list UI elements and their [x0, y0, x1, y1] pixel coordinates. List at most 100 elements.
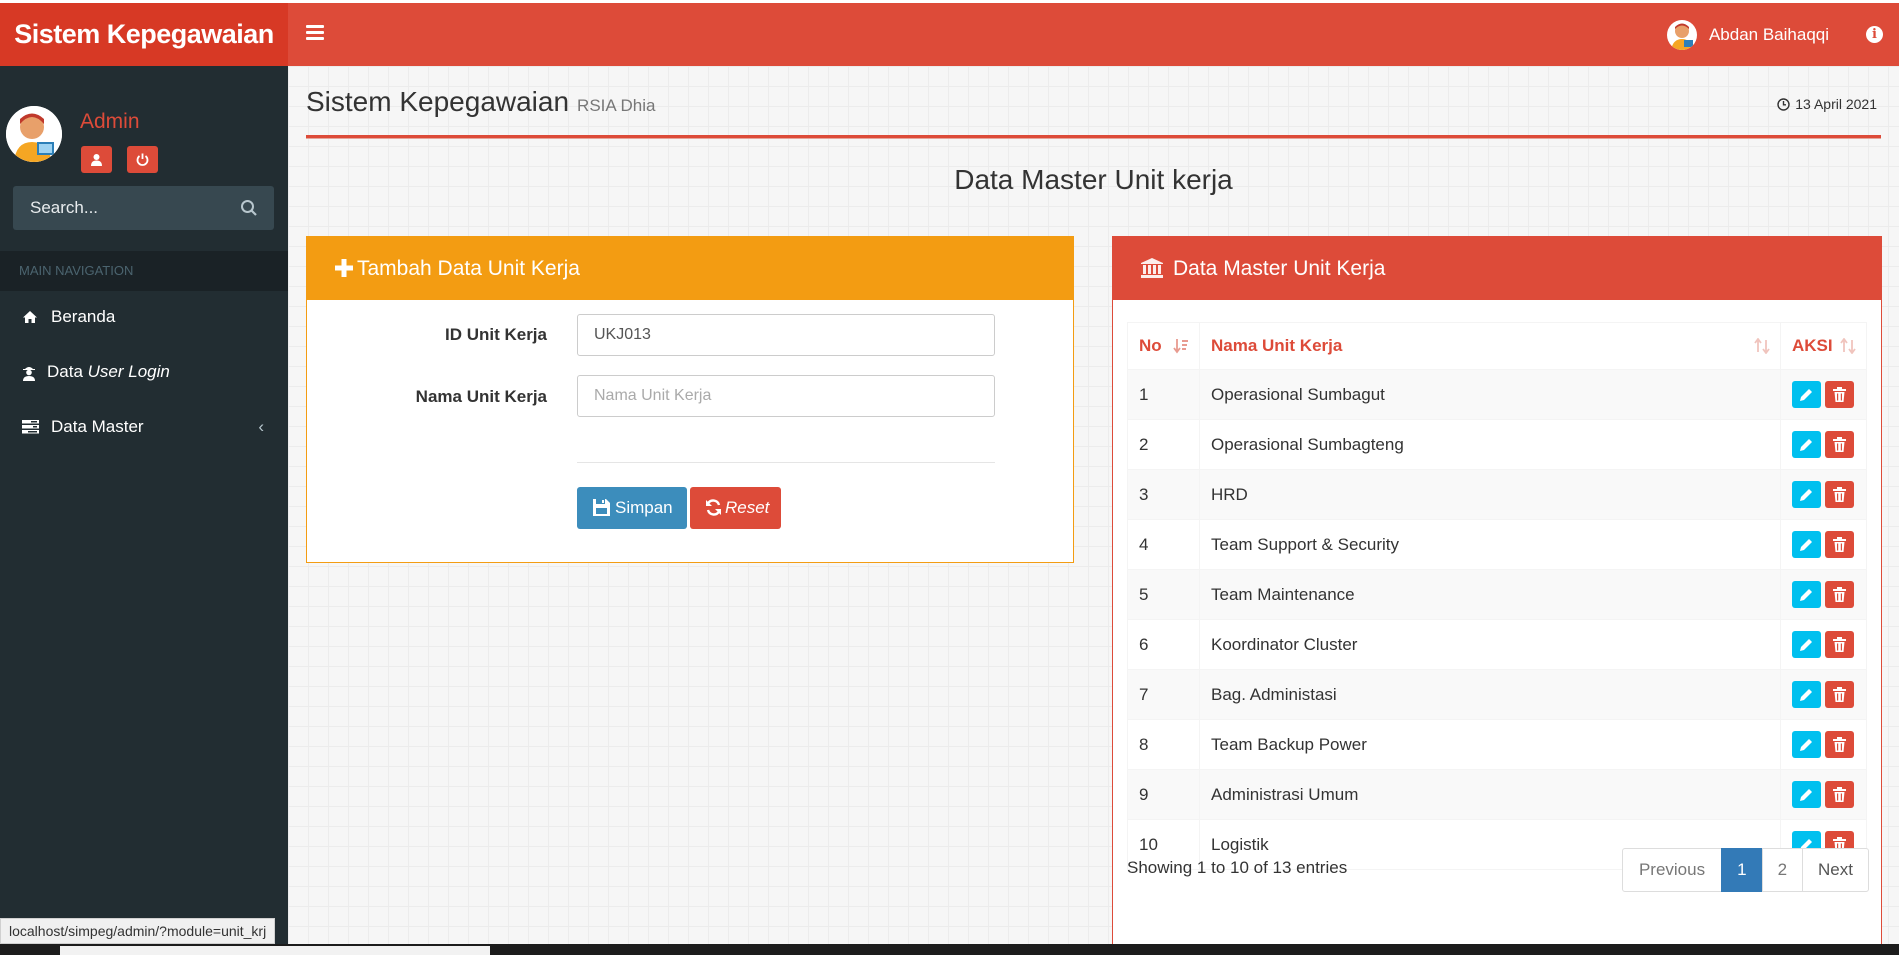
table-row: 5 Team Maintenance: [1127, 569, 1867, 620]
delete-button[interactable]: [1825, 481, 1854, 508]
id-unit-field[interactable]: [577, 314, 995, 356]
logout-button[interactable]: [127, 146, 158, 173]
column-header-aksi[interactable]: AKSI: [1780, 322, 1867, 370]
pencil-icon: [1800, 539, 1812, 551]
trash-icon: [1833, 637, 1846, 652]
delete-button[interactable]: [1825, 381, 1854, 408]
search-input[interactable]: [13, 186, 233, 230]
page-button-1[interactable]: 1: [1721, 848, 1763, 892]
cell-nama: Team Maintenance: [1199, 569, 1781, 620]
reset-button[interactable]: Reset: [690, 487, 781, 529]
delete-button[interactable]: [1825, 581, 1854, 608]
edit-button[interactable]: [1792, 681, 1821, 708]
edit-button[interactable]: [1792, 781, 1821, 808]
column-header-label: AKSI: [1792, 336, 1833, 355]
trash-icon: [1833, 437, 1846, 452]
page-date: 13 April 2021: [1777, 96, 1877, 112]
app-logo[interactable]: Sistem Kepegawaian: [0, 3, 288, 66]
sidebar-item-data-user-login[interactable]: Data User Login: [0, 351, 288, 393]
save-button-label: Simpan: [615, 498, 673, 517]
clock-icon: [1777, 97, 1790, 111]
sidebar-item-label: Data Master: [51, 417, 144, 436]
trash-icon: [1833, 537, 1846, 552]
edit-button[interactable]: [1792, 581, 1821, 608]
next-page-button[interactable]: Next: [1802, 848, 1869, 892]
edit-button[interactable]: [1792, 431, 1821, 458]
cell-no: 2: [1127, 419, 1200, 470]
delete-button[interactable]: [1825, 681, 1854, 708]
sidebar-toggle-icon[interactable]: [306, 25, 324, 41]
os-taskbar: [0, 944, 1899, 955]
cell-nama: Operasional Sumbagut: [1199, 369, 1781, 420]
column-header-nama[interactable]: Nama Unit Kerja: [1199, 322, 1781, 370]
cell-aksi: [1780, 769, 1867, 820]
pagination: Previous 1 2 Next: [1621, 848, 1869, 892]
sidebar-user-panel: Admin: [0, 66, 288, 176]
pencil-icon: [1800, 439, 1812, 451]
edit-button[interactable]: [1792, 481, 1821, 508]
cell-no: 5: [1127, 569, 1200, 620]
sidebar-item-data-master[interactable]: Data Master ‹: [0, 406, 288, 448]
navbar-avatar: [1666, 20, 1697, 50]
delete-button[interactable]: [1825, 531, 1854, 558]
pencil-icon: [1800, 489, 1812, 501]
cell-no: 4: [1127, 519, 1200, 570]
section-title: Data Master Unit kerja: [954, 164, 1233, 195]
table-box-header: Data Master Unit Kerja: [1113, 237, 1881, 300]
cell-aksi: [1780, 669, 1867, 720]
sort-icon: [1840, 338, 1856, 354]
reset-button-label: Reset: [725, 498, 770, 517]
delete-button[interactable]: [1825, 731, 1854, 758]
navbar-user-menu[interactable]: Abdan Baihaqqi: [1666, 19, 1829, 51]
page-title: Sistem Kepegawaian RSIA Dhia: [306, 86, 655, 118]
previous-page-button[interactable]: Previous: [1621, 848, 1723, 892]
column-header-no[interactable]: No: [1127, 322, 1200, 370]
cell-nama: Team Support & Security: [1199, 519, 1781, 570]
delete-button[interactable]: [1825, 631, 1854, 658]
trash-icon: [1833, 487, 1846, 502]
save-button[interactable]: Simpan: [577, 487, 687, 529]
delete-button[interactable]: [1825, 781, 1854, 808]
id-unit-label: ID Unit Kerja: [444, 325, 547, 344]
edit-button[interactable]: [1792, 531, 1821, 558]
trash-icon: [1833, 787, 1846, 802]
cell-aksi: [1780, 519, 1867, 570]
unit-table-body: 1 Operasional Sumbagut 2 Operasional Sumbag…: [1127, 369, 1867, 870]
search-icon[interactable]: [240, 199, 258, 217]
sidebar: Admin MAIN NAVIGATION Beranda Data User …: [0, 66, 288, 955]
table-box-title: Data Master Unit Kerja: [1173, 257, 1386, 280]
cell-aksi: [1780, 419, 1867, 470]
page-subtitle: RSIA Dhia: [577, 96, 656, 115]
page-button-2[interactable]: 2: [1761, 848, 1804, 892]
sidebar-avatar: [6, 106, 62, 162]
page-title-text: Sistem Kepegawaian: [306, 86, 570, 117]
sort-icon: [1754, 338, 1770, 354]
edit-button[interactable]: [1792, 631, 1821, 658]
cell-no: 8: [1127, 719, 1200, 770]
cell-no: 7: [1127, 669, 1200, 720]
sidebar-user-name: Admin: [80, 110, 140, 133]
cell-nama: Operasional Sumbagteng: [1199, 419, 1781, 470]
table-row: 4 Team Support & Security: [1127, 519, 1867, 570]
pencil-icon: [1800, 789, 1812, 801]
table-row: 2 Operasional Sumbagteng: [1127, 419, 1867, 470]
sidebar-item-beranda[interactable]: Beranda: [0, 296, 288, 338]
delete-button[interactable]: [1825, 431, 1854, 458]
cell-no: 9: [1127, 769, 1200, 820]
taskbar-search[interactable]: [60, 946, 490, 955]
pencil-icon: [1800, 639, 1812, 651]
nama-unit-field[interactable]: [577, 375, 995, 417]
trash-icon: [1833, 737, 1846, 752]
tasks-icon: [22, 420, 39, 434]
info-icon[interactable]: i: [1866, 26, 1883, 43]
cell-nama: Bag. Administasi: [1199, 669, 1781, 720]
nav-header: MAIN NAVIGATION: [0, 251, 288, 291]
edit-button[interactable]: [1792, 381, 1821, 408]
plus-icon: [335, 259, 353, 277]
unit-table: No Nama Unit Kerja AKSI 1 Operasional Sum…: [1127, 322, 1867, 870]
profile-button[interactable]: [81, 146, 112, 173]
form-box-header: Tambah Data Unit Kerja: [307, 237, 1073, 300]
sidebar-search: [13, 186, 274, 230]
sort-asc-icon: [1173, 339, 1188, 354]
edit-button[interactable]: [1792, 731, 1821, 758]
